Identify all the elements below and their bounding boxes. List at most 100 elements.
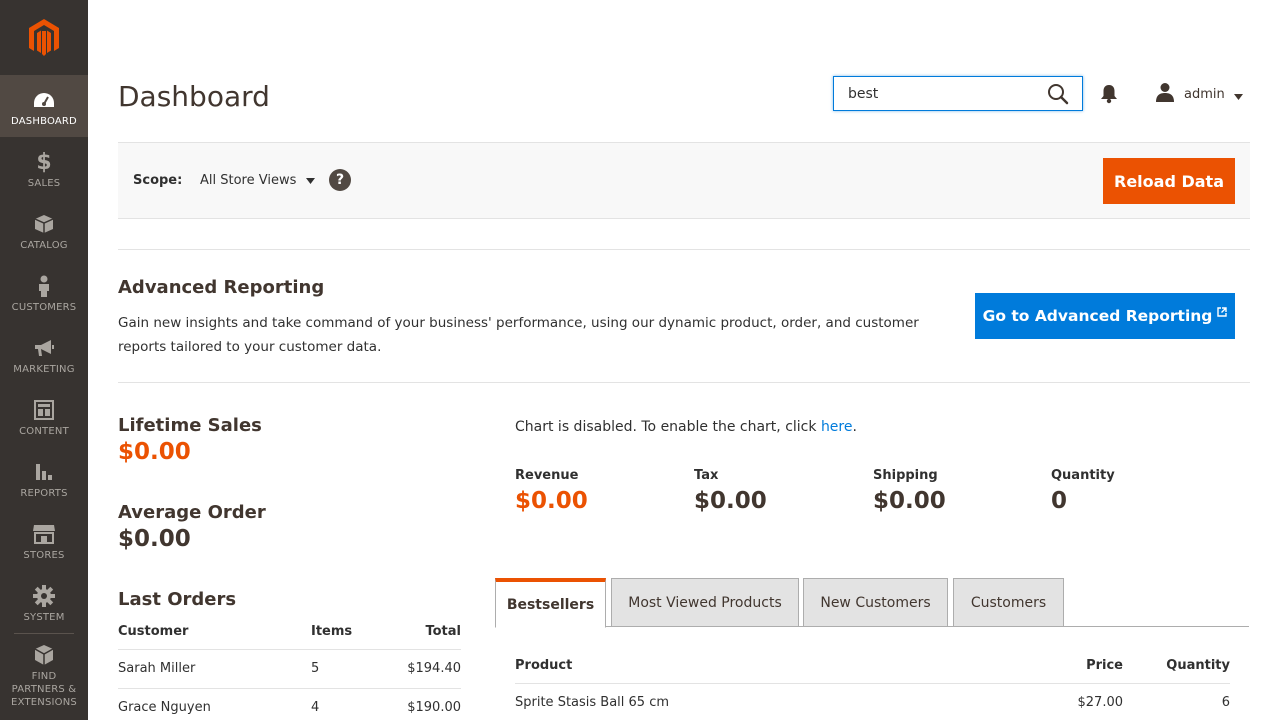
scope-value: All Store Views	[200, 173, 297, 188]
sidebar-item-label: REPORTS	[20, 488, 68, 499]
advanced-reporting-description: Gain new insights and take command of yo…	[118, 315, 919, 355]
magento-logo-icon	[29, 18, 59, 56]
sidebar-item-marketing[interactable]: MARKETING	[0, 323, 88, 385]
reload-data-button[interactable]: Reload Data	[1103, 158, 1235, 204]
table-header-row: Customer Items Total	[118, 622, 461, 650]
layout-icon	[34, 399, 54, 421]
sidebar-item-dashboard[interactable]: DASHBOARD	[0, 75, 88, 137]
sidebar-item-label: MARKETING	[13, 364, 75, 375]
last-orders-title: Last Orders	[118, 589, 237, 610]
search-icon[interactable]	[1047, 83, 1069, 109]
column-header-customer: Customer	[118, 622, 311, 650]
megaphone-icon	[33, 337, 55, 359]
notifications-bell-icon[interactable]	[1100, 84, 1118, 108]
order-total: $190.00	[391, 688, 461, 720]
sidebar-item-label: CUSTOMERS	[11, 302, 77, 313]
average-order-label: Average Order	[118, 502, 266, 523]
sidebar-item-sales[interactable]: $ SALES	[0, 137, 88, 199]
tab-most-viewed-products[interactable]: Most Viewed Products	[611, 578, 799, 627]
scope-switcher[interactable]: All Store Views	[200, 173, 316, 188]
quantity-label: Quantity	[1051, 468, 1115, 483]
admin-sidebar: DASHBOARD $ SALES CATALOG CUSTOMERS MARK…	[0, 0, 88, 720]
table-row[interactable]: Grace Nguyen 4 $190.00	[118, 688, 461, 720]
sidebar-item-catalog[interactable]: CATALOG	[0, 199, 88, 261]
magento-logo[interactable]	[0, 0, 88, 75]
scope-label: Scope:	[133, 173, 183, 188]
bestsellers-table: Product Price Quantity Sprite Stasis Bal…	[515, 657, 1230, 720]
table-row[interactable]: Sarah Miller 5 $194.40	[118, 649, 461, 689]
last-orders-table: Customer Items Total Sarah Miller 5 $194…	[118, 622, 461, 720]
order-items: 4	[311, 688, 391, 720]
page-title: Dashboard	[118, 80, 270, 113]
product-quantity: 6	[1221, 695, 1230, 710]
sidebar-item-content[interactable]: CONTENT	[0, 385, 88, 447]
external-link-icon	[1217, 303, 1228, 321]
person-icon	[36, 275, 52, 297]
product-price: $27.00	[1077, 695, 1124, 710]
sidebar-item-label: FIND PARTNERS & EXTENSIONS	[11, 671, 77, 708]
chevron-down-icon	[1233, 85, 1243, 104]
lifetime-sales-value: $0.00	[118, 439, 191, 465]
sidebar-item-system[interactable]: SYSTEM	[0, 571, 88, 633]
sidebar-item-label: SYSTEM	[23, 612, 65, 623]
advanced-reporting-title: Advanced Reporting	[118, 277, 325, 298]
tax-value: $0.00	[694, 488, 767, 514]
product-name: Sprite Stasis Ball 65 cm	[515, 695, 670, 710]
shipping-value: $0.00	[873, 488, 946, 514]
chart-disabled-note: Chart is disabled. To enable the chart, …	[515, 419, 857, 435]
revenue-label: Revenue	[515, 468, 579, 483]
tax-label: Tax	[694, 468, 719, 483]
shipping-label: Shipping	[873, 468, 938, 483]
column-header-items: Items	[311, 622, 391, 650]
table-row[interactable]: Sprite Stasis Ball 65 cm $27.00 6	[515, 684, 1230, 720]
sidebar-item-label: SALES	[27, 178, 61, 189]
order-customer: Grace Nguyen	[118, 688, 311, 720]
revenue-value: $0.00	[515, 488, 588, 514]
box-icon	[34, 213, 54, 235]
scope-bar: Scope: All Store Views ? Reload Data	[118, 142, 1250, 219]
tab-new-customers[interactable]: New Customers	[803, 578, 948, 627]
column-header-price: Price	[1003, 657, 1123, 684]
sidebar-item-customers[interactable]: CUSTOMERS	[0, 261, 88, 323]
tab-customers[interactable]: Customers	[953, 578, 1064, 627]
admin-user-menu[interactable]: admin	[1155, 82, 1243, 106]
chart-note-suffix: .	[852, 419, 857, 435]
order-customer: Sarah Miller	[118, 649, 311, 689]
go-to-advanced-reporting-button[interactable]: Go to Advanced Reporting	[975, 293, 1235, 339]
quantity-value: 0	[1051, 488, 1068, 514]
sidebar-item-reports[interactable]: REPORTS	[0, 447, 88, 509]
order-total: $194.40	[391, 649, 461, 689]
divider	[118, 382, 1250, 383]
sidebar-item-stores[interactable]: STORES	[0, 509, 88, 571]
sidebar-item-label: CONTENT	[19, 426, 69, 437]
sidebar-item-label: STORES	[23, 550, 65, 561]
table-header-row: Product Price Quantity	[515, 657, 1230, 684]
column-header-product: Product	[515, 657, 1003, 684]
user-name: admin	[1184, 86, 1225, 102]
button-label: Go to Advanced Reporting	[982, 307, 1213, 325]
bar-chart-icon	[34, 461, 54, 483]
sidebar-item-label: CATALOG	[20, 240, 68, 251]
search-input[interactable]	[848, 85, 1038, 102]
help-icon[interactable]: ?	[329, 169, 351, 191]
cubes-icon	[33, 644, 55, 666]
order-items: 5	[311, 649, 391, 689]
global-search	[833, 76, 1083, 111]
column-header-total: Total	[391, 622, 461, 650]
dashboard-icon	[33, 89, 55, 111]
sidebar-item-label: DASHBOARD	[11, 116, 77, 127]
dashboard-tabs: Bestsellers Most Viewed Products New Cus…	[495, 578, 1249, 628]
column-header-quantity: Quantity	[1123, 657, 1230, 684]
dollar-icon: $	[36, 149, 52, 175]
chevron-down-icon	[306, 173, 316, 188]
sidebar-item-find-partners[interactable]: FIND PARTNERS & EXTENSIONS	[0, 634, 88, 708]
storefront-icon	[32, 523, 56, 545]
chart-note-text: Chart is disabled. To enable the chart, …	[515, 419, 821, 435]
enable-chart-link[interactable]: here	[821, 419, 853, 435]
user-icon	[1155, 82, 1175, 106]
average-order-value: $0.00	[118, 526, 191, 552]
tab-bestsellers[interactable]: Bestsellers	[495, 578, 606, 628]
lifetime-sales-label: Lifetime Sales	[118, 415, 262, 436]
divider	[118, 249, 1250, 250]
gear-icon	[33, 585, 55, 607]
